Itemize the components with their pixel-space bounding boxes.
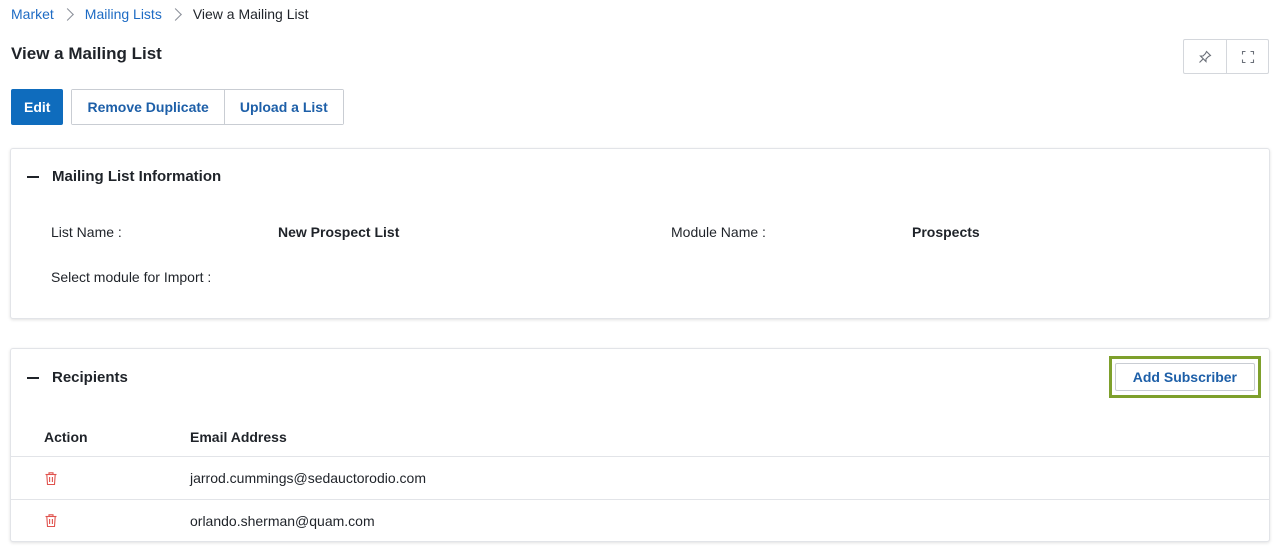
- add-subscriber-button[interactable]: Add Subscriber: [1114, 363, 1255, 391]
- list-name-label: List Name :: [51, 224, 122, 240]
- recipients-panel-header: Recipients: [27, 369, 128, 386]
- page-title: View a Mailing List: [11, 44, 162, 63]
- trash-icon: [45, 514, 57, 528]
- breadcrumb: Market Mailing Lists View a Mailing List: [11, 5, 309, 23]
- chevron-right-icon: [60, 7, 74, 21]
- breadcrumb-current: View a Mailing List: [192, 6, 309, 22]
- import-module-label: Select module for Import :: [51, 269, 212, 285]
- fullscreen-icon: [1241, 50, 1254, 63]
- breadcrumb-mailing-lists-link[interactable]: Mailing Lists: [85, 6, 162, 22]
- column-header-email: Email Address: [190, 428, 287, 445]
- breadcrumb-market-link[interactable]: Market: [11, 6, 54, 22]
- toolbar-button-group: Remove Duplicate Upload a List: [71, 89, 344, 125]
- pin-icon: [1199, 50, 1212, 63]
- recipients-panel: Recipients Add Subscriber Action Email A…: [10, 348, 1270, 542]
- recipient-email: jarrod.cummings@sedauctorodio.com: [190, 470, 426, 486]
- table-header: Action Email Address: [11, 417, 1269, 457]
- edit-button[interactable]: Edit: [11, 89, 64, 125]
- collapse-icon[interactable]: [27, 376, 39, 379]
- info-panel-header: Mailing List Information: [27, 168, 221, 185]
- delete-button[interactable]: [44, 471, 58, 486]
- fullscreen-button[interactable]: [1226, 40, 1268, 73]
- table-row: jarrod.cummings@sedauctorodio.com: [11, 457, 1269, 499]
- column-header-action: Action: [44, 428, 88, 445]
- add-subscriber-highlight: Add Subscriber: [1108, 356, 1261, 398]
- header-tools: [1183, 39, 1269, 74]
- info-panel-title: Mailing List Information: [52, 168, 222, 185]
- recipients-panel-title: Recipients: [52, 369, 128, 386]
- trash-icon: [45, 471, 57, 485]
- mailing-list-info-panel: Mailing List Information List Name : New…: [10, 148, 1270, 319]
- action-toolbar: Edit Remove Duplicate Upload a List: [11, 89, 344, 125]
- upload-list-button[interactable]: Upload a List: [223, 90, 343, 124]
- recipients-table: Action Email Address jarrod.cummings@sed…: [11, 417, 1269, 541]
- module-name-label: Module Name :: [671, 224, 766, 240]
- module-name-value: Prospects: [912, 224, 980, 240]
- delete-button[interactable]: [44, 513, 58, 528]
- collapse-icon[interactable]: [27, 175, 39, 178]
- chevron-right-icon: [168, 7, 182, 21]
- table-row: orlando.sherman@quam.com: [11, 499, 1269, 541]
- recipient-email: orlando.sherman@quam.com: [190, 512, 375, 529]
- remove-duplicate-button[interactable]: Remove Duplicate: [72, 90, 224, 124]
- list-name-value: New Prospect List: [278, 224, 400, 240]
- pin-button[interactable]: [1184, 40, 1226, 73]
